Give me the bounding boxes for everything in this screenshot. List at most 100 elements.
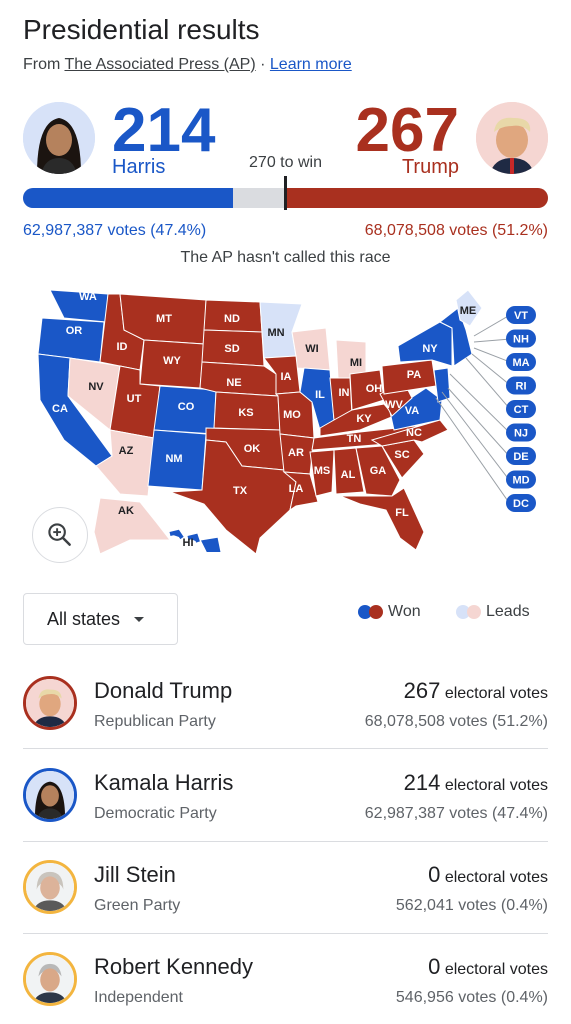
win-threshold-marker [284,176,287,210]
candidate-name: Kamala Harris [94,770,234,795]
state-label-al: AL [341,469,356,481]
east-state-label-ri: RI [516,381,527,393]
east-state-label-dc: DC [513,498,529,510]
state-label-pa: PA [407,369,422,381]
state-label-ia: IA [281,371,292,383]
ev-number: 267 [403,678,441,703]
state-label-wa: WA [79,291,97,303]
trump-label: Trump [401,156,459,178]
state-label-ne: NE [226,377,241,389]
state-label-ar: AR [288,447,304,459]
harris-electoral-votes: 214 [112,96,216,165]
state-label-ks: KS [238,407,253,419]
state-label-nv: NV [88,381,104,393]
candidate-row[interactable]: Kamala Harris Democratic Party 214 elect… [23,768,548,860]
zoom-button[interactable] [32,507,88,563]
state-label-id: ID [117,341,128,353]
state-label-ga: GA [370,465,387,477]
candidate-name: Donald Trump [94,678,233,703]
state-label-wy: WY [163,355,181,367]
zoom-in-icon [48,523,71,546]
candidate-name: Jill Stein [94,862,176,887]
source-link[interactable]: The Associated Press (AP) [64,56,255,73]
candidate-electoral-votes: 214 electoral votes [404,770,548,796]
state-label-az: AZ [119,445,134,457]
state-label-la: LA [289,483,304,495]
state-label-tx: TX [233,485,248,497]
state-label-me: ME [460,305,477,317]
divider [23,933,548,934]
state-label-in: IN [339,387,350,399]
divider [23,748,548,749]
trump-avatar [476,102,548,174]
state-label-sd: SD [224,343,239,355]
won-rep-swatch [369,605,383,619]
state-label-oh: OH [366,383,383,395]
divider [23,841,548,842]
trump-electoral-votes: 267 [355,96,459,165]
candidate-row[interactable]: Jill Stein Green Party 0 electoral votes… [23,860,548,952]
state-label-il: IL [315,389,325,401]
east-state-label-md: MD [512,475,529,487]
ev-number: 214 [403,770,441,795]
ev-label: electoral votes [444,869,548,886]
state-fl [339,487,425,551]
state-label-mo: MO [283,409,301,421]
east-state-label-ma: MA [512,357,529,369]
state-label-mt: MT [156,313,172,325]
ev-label: electoral votes [444,961,548,978]
state-label-mn: MN [267,327,284,339]
state-label-wi: WI [305,343,318,355]
state-filter-dropdown[interactable]: All states [23,593,178,645]
state-label-sc: SC [394,449,409,461]
state-label-ut: UT [127,393,142,405]
candidate-electoral-votes: 267 electoral votes [404,678,548,704]
dropdown-label: All states [47,608,121,629]
state-label-nd: ND [224,313,240,325]
state-label-wv: WV [385,399,403,411]
state-label-nc: NC [406,427,422,439]
ev-label: electoral votes [444,685,548,702]
state-az [95,429,155,497]
state-label-ok: OK [244,443,261,455]
east-state-label-nj: NJ [514,428,528,440]
candidate-party: Republican Party [94,713,216,730]
candidate-party: Independent [94,989,183,1006]
candidate-row[interactable]: Donald Trump Republican Party 267 electo… [23,676,548,768]
candidate-popular-votes: 62,987,387 votes (47.4%) [364,805,548,822]
candidate-party: Green Party [94,897,181,914]
page-title: Presidential results [23,14,260,45]
candidate-name: Robert Kennedy [94,954,253,979]
leads-rep-swatch [467,605,481,619]
ev-number: 0 [428,862,441,887]
race-status: The AP hasn't called this race [180,249,391,266]
trump-popular-votes: 68,078,508 votes (51.2%) [364,222,548,239]
ev-number: 0 [428,954,441,979]
state-hi [169,529,221,552]
legend-leads: Leads [456,603,530,621]
state-label-co: CO [178,401,195,413]
state-label-ky: KY [356,413,372,425]
candidate-row[interactable]: Robert Kennedy Independent 0 electoral v… [23,952,548,1024]
avatar [23,676,77,730]
state-label-ny: NY [422,343,438,355]
state-label-hi: HI [183,537,194,549]
east-state-label-nh: NH [513,334,529,346]
ev-label: electoral votes [444,777,548,794]
candidate-popular-votes: 68,078,508 votes (51.2%) [364,713,548,730]
us-electoral-map[interactable]: WA OR CA NV ID MT WY UT AZ CO NM ND SD NE KS OK TX MN WI IA… [20,270,560,570]
east-state-label-ct: CT [514,404,529,416]
learn-more-link[interactable]: Learn more [270,56,352,73]
state-label-fl: FL [395,507,409,519]
avatar [23,768,77,822]
candidate-party: Democratic Party [94,805,217,822]
state-label-or: OR [66,325,83,337]
state-label-mi: MI [350,357,362,369]
chevron-down-icon [134,616,145,622]
legend-leads-label: Leads [486,603,530,620]
east-state-label-vt: VT [514,310,528,322]
east-state-label-de: DE [513,451,528,463]
harris-popular-votes: 62,987,387 votes (47.4%) [23,222,207,239]
harris-bar-fill [23,188,233,208]
state-label-ms: MS [314,465,331,477]
